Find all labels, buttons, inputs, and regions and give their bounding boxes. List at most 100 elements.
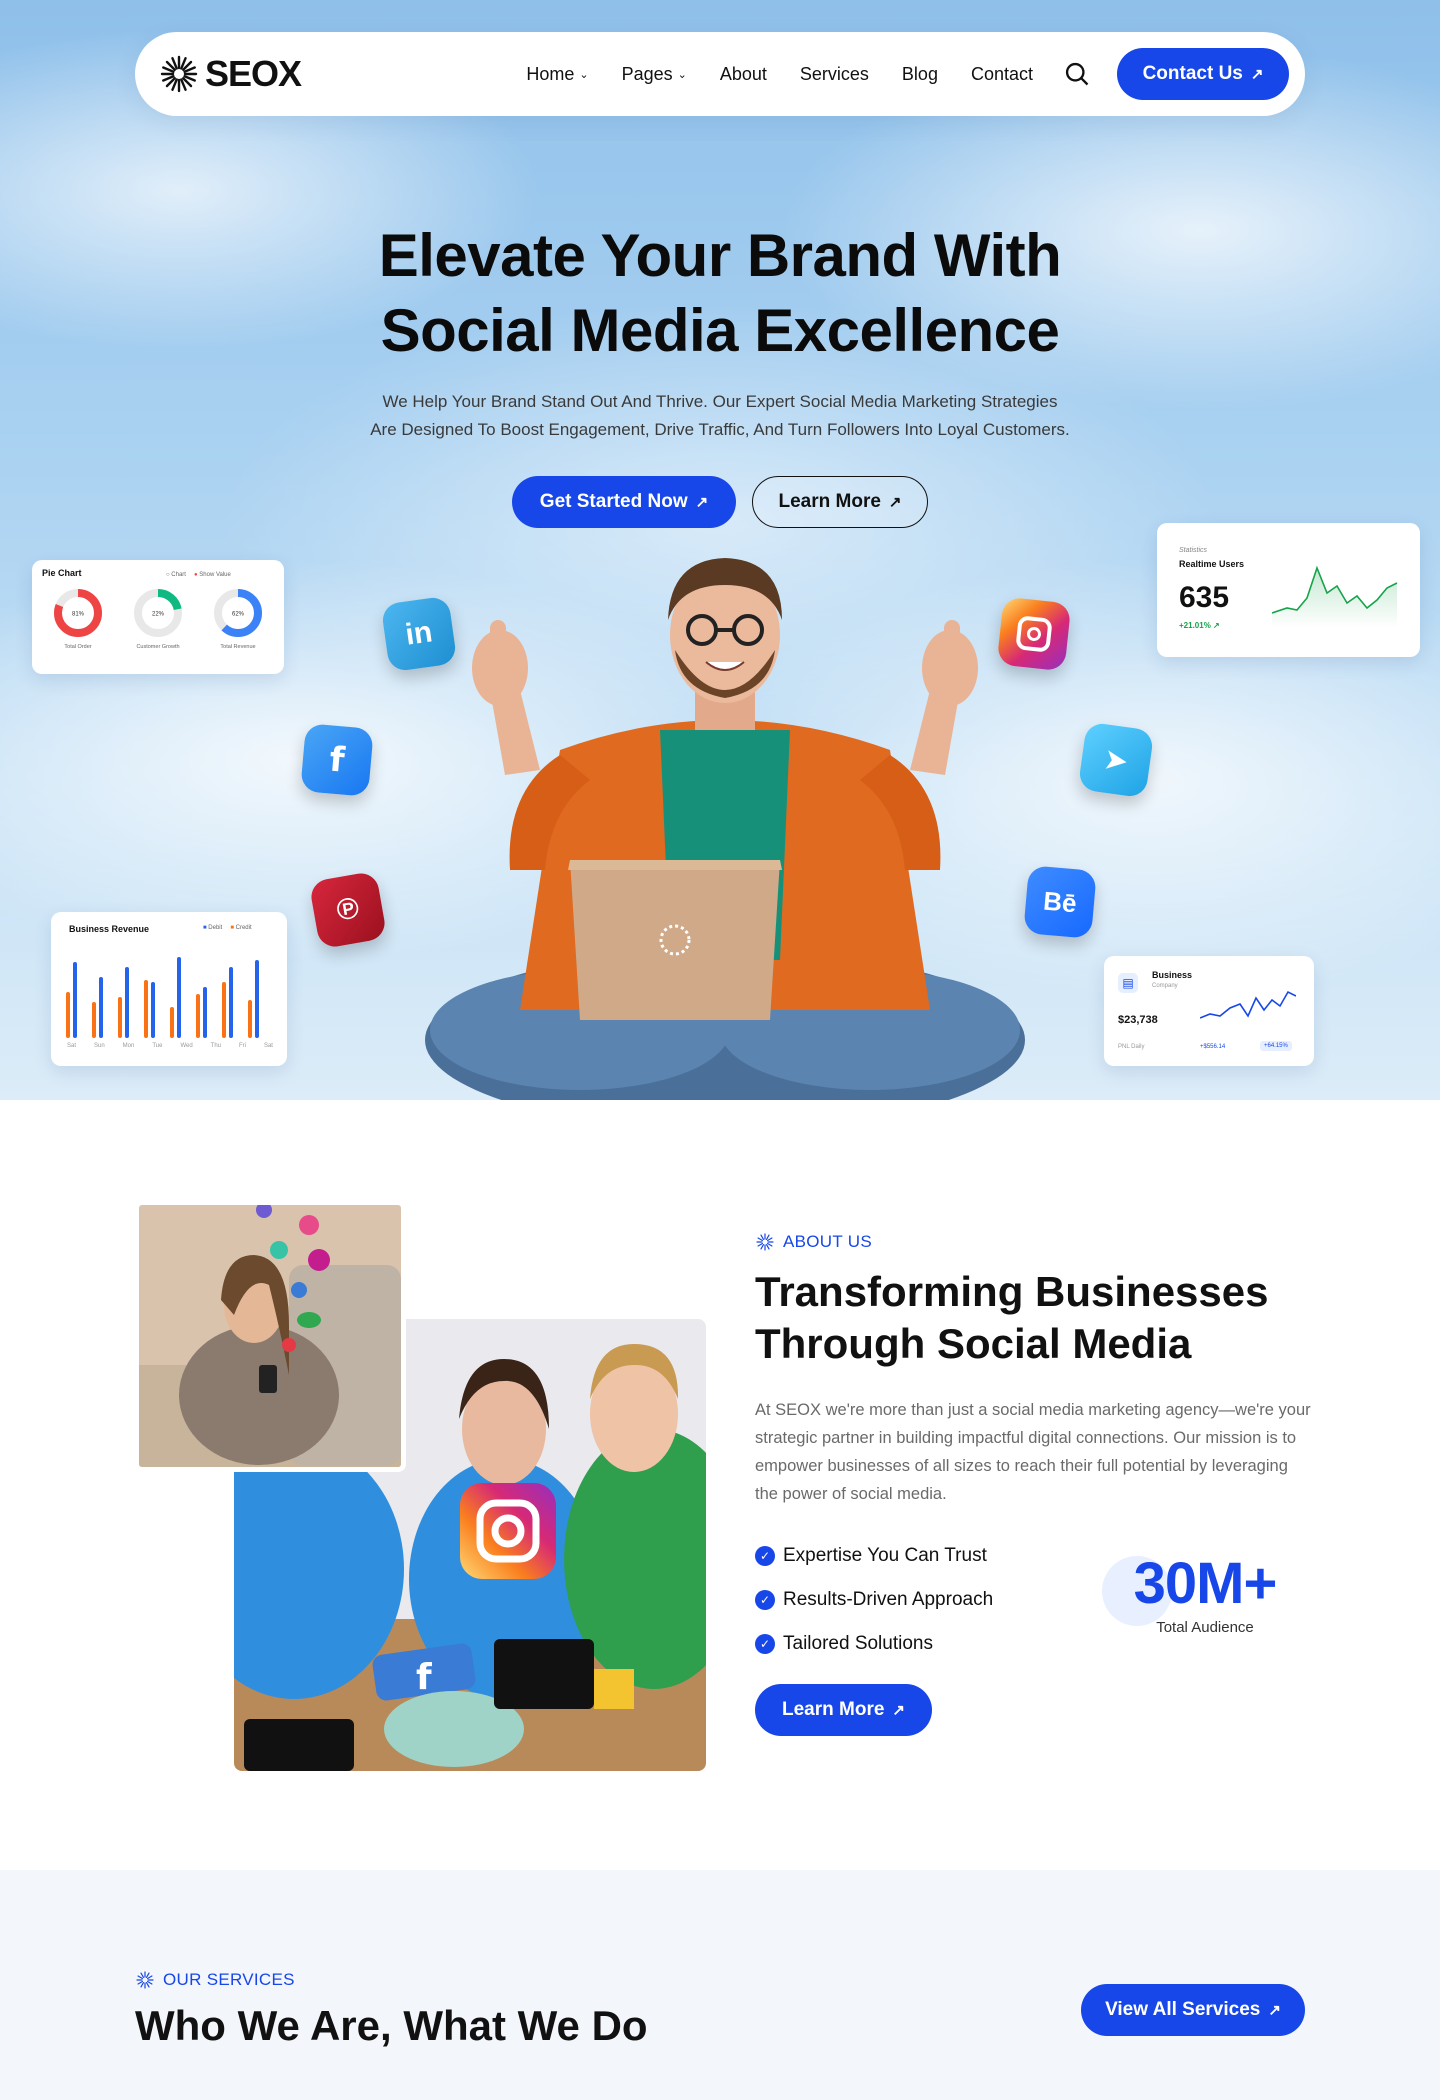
nav-item-label: Contact (970, 63, 1033, 84)
nav-item-label: Services (799, 63, 869, 84)
get-started-button[interactable]: Get Started Now ↗ (512, 476, 736, 528)
donut-chart: 22% (134, 589, 182, 637)
x-axis-label: Sat (67, 1043, 77, 1049)
check-icon: ✓ (755, 1634, 775, 1654)
nav-item-about[interactable]: About (720, 64, 767, 85)
legend-label: Chart (171, 572, 186, 578)
pie-chart-item: 81% Total Order (43, 586, 113, 670)
hero-person-image (425, 558, 1025, 1100)
audience-stat: 30M+ Total Audience (1100, 1550, 1310, 1636)
business-widget: ▤ Business Company $23,738 PNL Daily +$5… (1104, 956, 1314, 1066)
pie-chart-list: 81% Total Order 22% Customer Growth 62% Total… (38, 586, 278, 670)
pinterest-icon: ℗ (308, 870, 388, 950)
telegram-icon: ➤ (1077, 721, 1155, 799)
x-axis-label: Thu (210, 1043, 221, 1049)
nav-item-label: About (719, 63, 767, 84)
feature-label: Expertise You Can Trust (783, 1545, 987, 1566)
nav-item-label: Home (526, 63, 575, 84)
donut-label: Customer Growth (136, 644, 180, 650)
pie-chart-widget: Pie Chart ○ Chart ● Show Value 81% Total … (32, 560, 284, 674)
contact-us-button[interactable]: Contact Us ↗ (1117, 48, 1289, 100)
nav-item-label: Blog (901, 63, 938, 84)
stat-label: Total Audience (1156, 1619, 1254, 1636)
hero-subtitle-line2: Are Designed To Boost Engagement, Drive … (370, 420, 1070, 439)
about-eyebrow: ABOUT US (755, 1232, 1315, 1252)
business-percent-badge: +64.15% (1260, 1041, 1292, 1051)
about-title-line2: Through Social Media (755, 1320, 1192, 1367)
widget-title: Realtime Users (1179, 559, 1245, 569)
pie-chart-legend: ○ Chart ● Show Value (166, 572, 231, 578)
hero-buttons: Get Started Now ↗ Learn More ↗ (0, 476, 1440, 528)
search-icon[interactable] (1063, 60, 1091, 88)
navbar: SEOX Home ⌄ Pages ⌄ About Services Blog Co… (135, 32, 1305, 116)
change-value: +21.01% (1179, 621, 1211, 630)
main-menu: Home ⌄ Pages ⌄ About Services Blog Contact (526, 64, 1033, 85)
nav-item-blog[interactable]: Blog (902, 64, 938, 85)
business-sparkline (1200, 990, 1296, 1019)
arrow-up-right-icon: ↗ (1250, 66, 1264, 83)
nav-item-home[interactable]: Home ⌄ (526, 64, 588, 85)
document-icon: ▤ (1118, 973, 1138, 993)
realtime-users-widget: Statistics Realtime Users 635 +21.01% ↗ (1157, 523, 1420, 657)
nav-item-pages[interactable]: Pages ⌄ (622, 64, 687, 85)
nav-item-contact[interactable]: Contact (971, 64, 1033, 85)
services-title: Who We Are, What We Do (135, 2002, 648, 2049)
learn-more-button[interactable]: Learn More ↗ (752, 476, 928, 528)
donut-value: 81% (72, 612, 85, 618)
nav-item-label: Pages (621, 63, 673, 84)
widget-subtitle: Company (1152, 983, 1178, 989)
behance-icon: Bē (1023, 865, 1097, 939)
arrow-up-right-icon: ↗ (892, 1702, 905, 1719)
pie-chart-title: Pie Chart (42, 568, 82, 578)
learn-more-label: Learn More (782, 1699, 885, 1720)
donut-label: Total Revenue (220, 644, 256, 650)
logo[interactable]: SEOX (159, 53, 302, 95)
legend-label: Credit (235, 925, 252, 931)
widget-title: Business (1152, 970, 1193, 980)
donut-value: 22% (152, 612, 165, 618)
hero-title-line1: Elevate Your Brand With (378, 222, 1062, 289)
legend-item: ■ Credit (230, 925, 252, 931)
pie-chart-item: 22% Customer Growth (123, 586, 193, 670)
legend-item: ■ Debit (203, 925, 223, 931)
services-eyebrow-text: OUR SERVICES (163, 1970, 295, 1989)
legend-label: Show Value (199, 572, 231, 578)
nav-item-services[interactable]: Services (800, 64, 869, 85)
x-axis-label: Wed (180, 1043, 193, 1049)
realtime-users-value: 635 (1179, 581, 1230, 614)
services-eyebrow: OUR SERVICES (135, 1970, 295, 1990)
chevron-down-icon: ⌄ (677, 68, 687, 81)
realtime-sparkline (1272, 565, 1398, 628)
revenue-x-labels: Sat Sun Mon Tue Wed Thu Fri Sat (67, 1043, 273, 1049)
feature-label: Tailored Solutions (783, 1633, 933, 1654)
pie-chart-item: 62% Total Revenue (203, 586, 273, 670)
credit-bars (66, 980, 252, 1038)
revenue-bar-chart (66, 957, 259, 1038)
x-axis-label: Sun (94, 1043, 105, 1049)
svg-text:f: f (416, 1657, 432, 1698)
revenue-legend: ■ Debit ■ Credit (203, 925, 252, 931)
logo-text: SEOX (205, 53, 302, 94)
check-icon: ✓ (755, 1590, 775, 1610)
realtime-change: +21.01% ↗ (1179, 621, 1220, 630)
business-label: PNL Daily (1118, 1044, 1145, 1050)
arrow-up-right-icon: ↗ (1268, 2002, 1281, 2019)
hero-subtitle: We Help Your Brand Stand Out And Thrive.… (0, 388, 1440, 444)
widget-title: Business Revenue (69, 924, 150, 934)
business-value: $23,738 (1118, 1014, 1158, 1026)
stat-value: 30M+ (1133, 1551, 1278, 1616)
legend-item: ○ Chart (166, 572, 186, 578)
spark-icon (756, 1233, 774, 1251)
donut-label: Total Order (64, 644, 92, 650)
hero-subtitle-line1: We Help Your Brand Stand Out And Thrive.… (382, 392, 1058, 411)
woman-phone-image (134, 1200, 406, 1472)
spark-icon (136, 1971, 154, 1989)
view-all-services-button[interactable]: View All Services ↗ (1081, 1984, 1305, 2036)
about-learn-more-button[interactable]: Learn More ↗ (755, 1684, 932, 1736)
hero-section: SEOX Home ⌄ Pages ⌄ About Services Blog Co… (0, 0, 1440, 1100)
widget-label: Statistics (1179, 547, 1208, 554)
get-started-label: Get Started Now (539, 491, 688, 512)
about-eyebrow-text: ABOUT US (783, 1232, 872, 1251)
business-revenue-widget: Business Revenue ■ Debit ■ Credit Sat Sun… (51, 912, 287, 1066)
x-axis-label: Fri (238, 1043, 246, 1049)
